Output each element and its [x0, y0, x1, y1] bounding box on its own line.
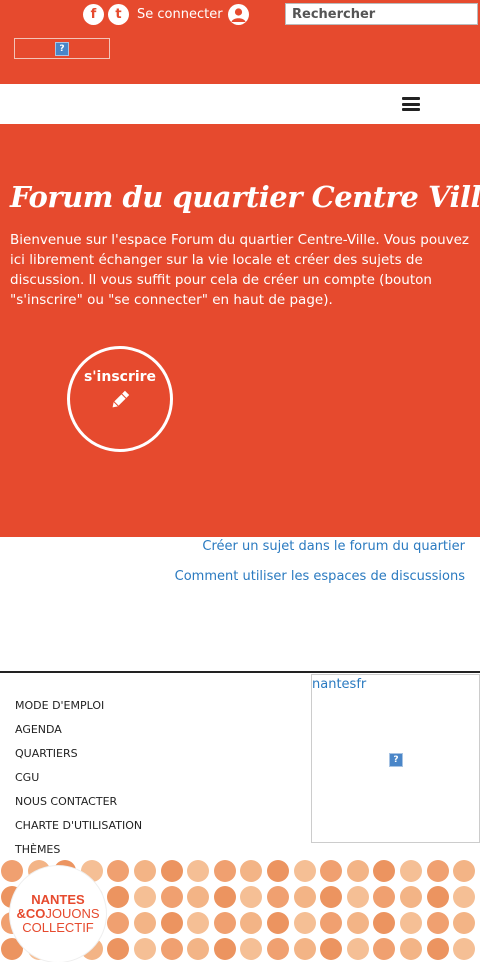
footer-link-charte[interactable]: CHARTE D'UTILISATION: [15, 817, 142, 841]
footer-link-quartiers[interactable]: QUARTIERS: [15, 745, 142, 769]
face-icon: [453, 886, 476, 908]
footer-link-agenda[interactable]: AGENDA: [15, 721, 142, 745]
pencil-icon: [109, 389, 131, 415]
logo-line-jouons: &COJOUONS: [16, 906, 100, 921]
site-logo[interactable]: ?: [14, 38, 110, 59]
face-icon: [213, 860, 236, 882]
facebook-icon[interactable]: f: [83, 4, 104, 25]
face-icon: [267, 938, 289, 960]
face-icon: [240, 938, 263, 960]
forum-links: Créer un sujet dans le forum du quartier…: [175, 538, 465, 586]
face-icon: [426, 912, 449, 934]
face-icon: [187, 938, 210, 960]
search-input[interactable]: [286, 6, 480, 22]
face-icon: [320, 860, 343, 882]
face-icon: [267, 860, 289, 882]
face-icon: [107, 886, 130, 908]
face-icon: [346, 860, 369, 882]
face-icon: [1, 860, 23, 882]
face-icon: [240, 860, 263, 882]
face-icon: [240, 886, 263, 908]
face-icon: [160, 860, 183, 882]
face-icon: [187, 860, 210, 882]
face-icon: [400, 912, 422, 934]
face-icon: [426, 938, 449, 960]
face-icon: [426, 860, 449, 882]
footer-link-mode-emploi[interactable]: MODE D'EMPLOI: [15, 697, 142, 721]
face-icon: [346, 938, 369, 960]
face-icon: [267, 886, 289, 908]
twitter-handle[interactable]: nantesfr: [312, 677, 366, 692]
face-icon: [373, 860, 396, 882]
face-icon: [373, 938, 396, 960]
face-icon: [453, 860, 476, 882]
how-to-use-link[interactable]: Comment utiliser les espaces de discussi…: [175, 568, 465, 586]
face-icon: [160, 886, 183, 908]
face-icon: [240, 912, 263, 934]
face-icon: [160, 912, 183, 934]
face-icon: [320, 912, 343, 934]
twitter-icon[interactable]: t: [108, 4, 129, 25]
face-icon: [426, 886, 449, 908]
page-title: Forum du quartier Centre Ville: [10, 180, 480, 214]
face-icon: [400, 938, 422, 960]
footer-menu: MODE D'EMPLOI AGENDA QUARTIERS CGU NOUS …: [15, 697, 142, 865]
face-icon: [107, 860, 130, 882]
face-icon: [187, 886, 210, 908]
footer-link-contact[interactable]: NOUS CONTACTER: [15, 793, 142, 817]
signup-label: s'inscrire: [83, 369, 157, 385]
hamburger-menu-icon[interactable]: [402, 97, 420, 111]
social-links: f t Se connecter: [83, 4, 223, 25]
face-icon: [453, 912, 476, 934]
broken-image-icon: ?: [389, 753, 403, 767]
search-bar: [285, 3, 480, 25]
face-icon: [293, 860, 316, 882]
face-icon: [373, 912, 396, 934]
login-link[interactable]: Se connecter: [137, 7, 223, 22]
face-icon: [134, 938, 156, 960]
twitter-widget[interactable]: nantesfr ?: [311, 674, 480, 843]
face-icon: [134, 886, 156, 908]
logo-line-collectif: COLLECTIF: [22, 920, 94, 935]
face-icon: [187, 912, 210, 934]
create-topic-link[interactable]: Créer un sujet dans le forum du quartier: [175, 538, 465, 556]
face-icon: [267, 912, 289, 934]
face-icon: [293, 912, 316, 934]
face-icon: [400, 860, 422, 882]
logo-line-nantes: NANTES: [31, 892, 85, 907]
face-icon: [373, 886, 396, 908]
face-icon: [134, 912, 156, 934]
face-icon: [107, 938, 130, 960]
face-icon: [107, 912, 130, 934]
footer-divider: [0, 671, 480, 673]
face-icon: [160, 938, 183, 960]
user-account-icon[interactable]: [228, 4, 249, 25]
face-icon: [293, 938, 316, 960]
face-icon: [213, 938, 236, 960]
footer-link-cgu[interactable]: CGU: [15, 769, 142, 793]
face-icon: [346, 886, 369, 908]
face-icon: [320, 938, 343, 960]
face-icon: [134, 860, 156, 882]
face-icon: [213, 886, 236, 908]
intro-text: Bienvenue sur l'espace Forum du quartier…: [10, 232, 470, 308]
face-icon: [293, 886, 316, 908]
face-icon: [400, 886, 422, 908]
broken-image-icon: ?: [55, 41, 69, 56]
face-icon: [320, 886, 343, 908]
signup-button[interactable]: s'inscrire: [67, 346, 173, 452]
face-icon: [453, 938, 476, 960]
face-icon: [346, 912, 369, 934]
face-icon: [213, 912, 236, 934]
nantes-and-co-logo: NANTES &COJOUONS COLLECTIF: [10, 866, 106, 962]
